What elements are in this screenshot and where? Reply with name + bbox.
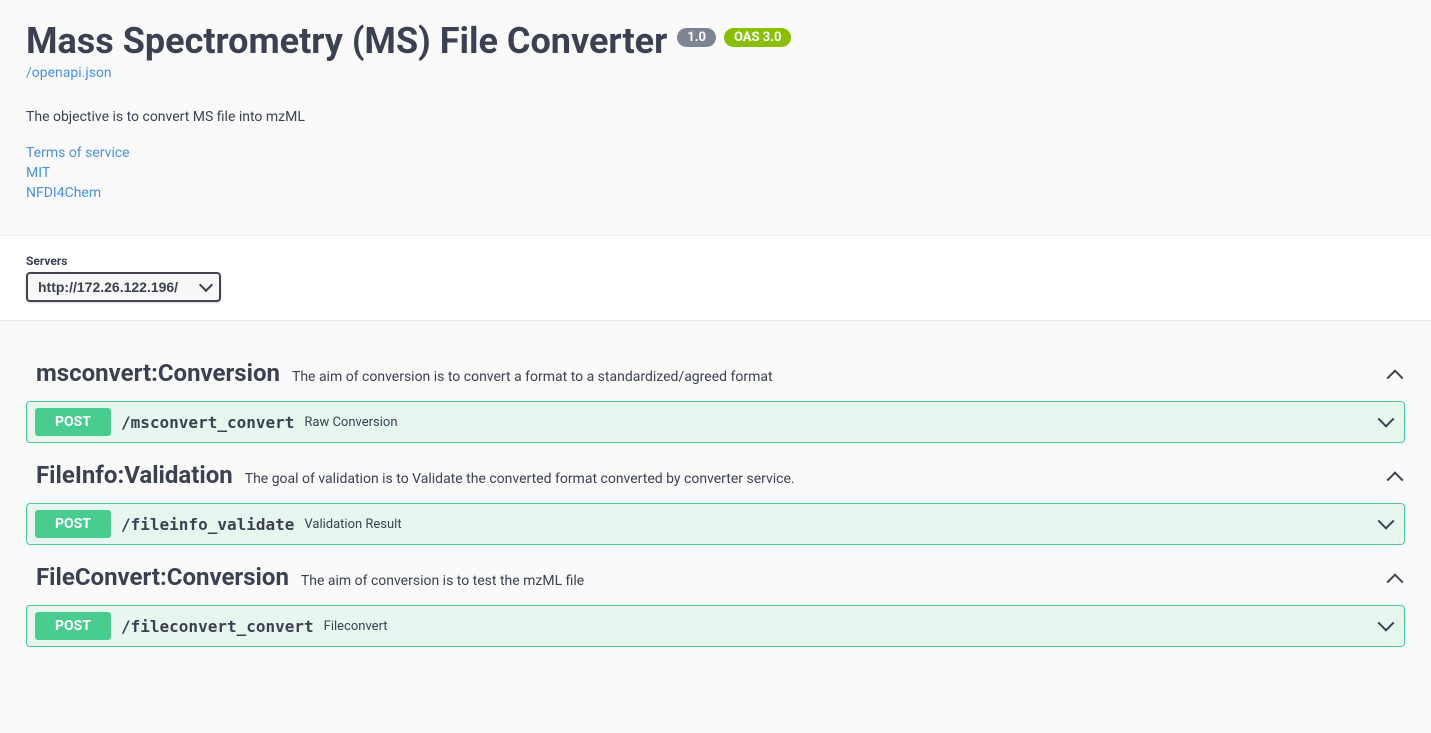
tag-header[interactable]: FileConvert:Conversion The aim of conver… xyxy=(26,563,1405,591)
endpoint-path: /fileinfo_validate xyxy=(121,515,294,534)
chevron-up-icon xyxy=(1385,467,1405,487)
endpoint-path: /fileconvert_convert xyxy=(121,617,314,636)
chevron-down-icon xyxy=(1376,616,1396,636)
method-badge-post: POST xyxy=(35,408,111,436)
api-header: Mass Spectrometry (MS) File Converter 1.… xyxy=(0,0,1431,235)
endpoint-summary: Raw Conversion xyxy=(304,415,397,430)
api-title: Mass Spectrometry (MS) File Converter xyxy=(26,20,667,62)
servers-label: Servers xyxy=(26,254,1405,268)
oas-badge: OAS 3.0 xyxy=(724,28,792,47)
server-select[interactable]: http://172.26.122.196/ xyxy=(26,272,221,302)
tag-block-msconvert: msconvert:Conversion The aim of conversi… xyxy=(26,359,1405,443)
tag-header[interactable]: msconvert:Conversion The aim of conversi… xyxy=(26,359,1405,387)
spec-link[interactable]: /openapi.json xyxy=(26,65,112,81)
tag-block-fileconvert: FileConvert:Conversion The aim of conver… xyxy=(26,563,1405,647)
chevron-down-icon xyxy=(1376,412,1396,432)
tag-description: The aim of conversion is to test the mzM… xyxy=(301,573,1385,589)
info-links: Terms of service MIT NFDI4Chem xyxy=(26,145,1405,201)
tags-section: msconvert:Conversion The aim of conversi… xyxy=(0,321,1431,677)
method-badge-post: POST xyxy=(35,612,111,640)
license-link[interactable]: MIT xyxy=(26,165,1405,181)
chevron-down-icon xyxy=(1376,514,1396,534)
chevron-up-icon xyxy=(1385,569,1405,589)
version-badge: 1.0 xyxy=(677,28,716,47)
servers-section: Servers http://172.26.122.196/ xyxy=(0,235,1431,321)
tag-description: The aim of conversion is to convert a fo… xyxy=(292,369,1385,385)
tag-name: FileConvert:Conversion xyxy=(36,563,289,591)
endpoint-summary: Fileconvert xyxy=(324,619,388,634)
tos-link[interactable]: Terms of service xyxy=(26,145,1405,161)
tag-block-fileinfo: FileInfo:Validation The goal of validati… xyxy=(26,461,1405,545)
endpoint-row[interactable]: POST /fileinfo_validate Validation Resul… xyxy=(26,503,1405,545)
method-badge-post: POST xyxy=(35,510,111,538)
endpoint-row[interactable]: POST /fileconvert_convert Fileconvert xyxy=(26,605,1405,647)
tag-description: The goal of validation is to Validate th… xyxy=(245,471,1385,487)
chevron-up-icon xyxy=(1385,365,1405,385)
contact-link[interactable]: NFDI4Chem xyxy=(26,185,1405,201)
api-description: The objective is to convert MS file into… xyxy=(26,109,1405,125)
endpoint-summary: Validation Result xyxy=(304,517,401,532)
endpoint-row[interactable]: POST /msconvert_convert Raw Conversion xyxy=(26,401,1405,443)
endpoint-path: /msconvert_convert xyxy=(121,413,294,432)
tag-header[interactable]: FileInfo:Validation The goal of validati… xyxy=(26,461,1405,489)
tag-name: FileInfo:Validation xyxy=(36,461,233,489)
tag-name: msconvert:Conversion xyxy=(36,359,280,387)
